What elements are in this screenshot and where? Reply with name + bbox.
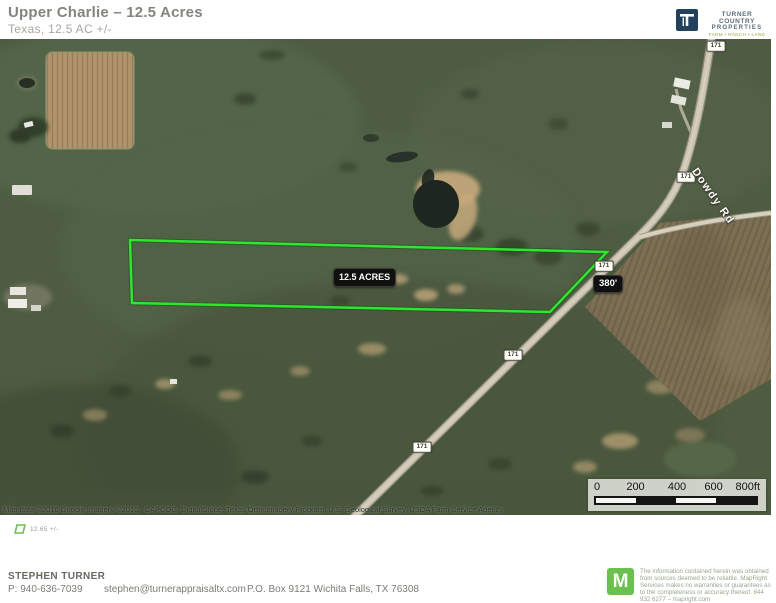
acreage-note-text: 12.65 +/- — [30, 526, 59, 533]
agent-email[interactable]: stephen@turnerappraisaltx.com — [104, 584, 246, 595]
logo-name-line1: TURNER COUNTRY — [703, 11, 771, 25]
acreage-note: 12.65 +/- — [14, 524, 59, 534]
agent-name: STEPHEN TURNER — [8, 571, 105, 582]
page-subtitle: Texas, 12.5 AC +/- — [8, 22, 112, 36]
scale-tick: 800ft — [736, 481, 760, 493]
highway-shield-171: 171 — [595, 261, 614, 272]
highway-shield-171: 171 — [413, 442, 432, 453]
logo-tagline: FARM • RANCH • LAND — [703, 32, 771, 37]
mapright-logo-icon: M — [607, 568, 634, 595]
highway-shield-171: 171 — [504, 350, 523, 361]
parcel-acreage-label: 12.5 ACRES — [333, 268, 396, 287]
map-scale-bar: 0 200 400 600 800ft — [588, 479, 766, 511]
scale-tick: 0 — [594, 481, 600, 493]
turner-logo-icon — [676, 9, 698, 31]
highway-shield-171: 171 — [707, 41, 726, 52]
scale-tick: 200 — [626, 481, 644, 493]
page-title: Upper Charlie – 12.5 Acres — [8, 4, 203, 21]
logo-name-line2: PROPERTIES — [703, 25, 771, 31]
scale-tick: 400 — [668, 481, 686, 493]
scale-tick: 600 — [704, 481, 722, 493]
area-polygon-icon — [14, 524, 26, 534]
frontage-distance-label: 380' — [593, 275, 623, 293]
turner-country-logo: TURNER COUNTRY PROPERTIES FARM • RANCH •… — [676, 9, 772, 35]
mapright-disclaimer: The information contained herein was obt… — [640, 568, 772, 603]
agent-address: P.O. Box 9121 Wichita Falls, TX 76308 — [247, 584, 419, 595]
satellite-map[interactable]: 171 171 171 171 171 12.5 ACRES 380' Dowd… — [0, 39, 771, 515]
agent-phone: P: 940-636-7039 — [8, 584, 83, 595]
